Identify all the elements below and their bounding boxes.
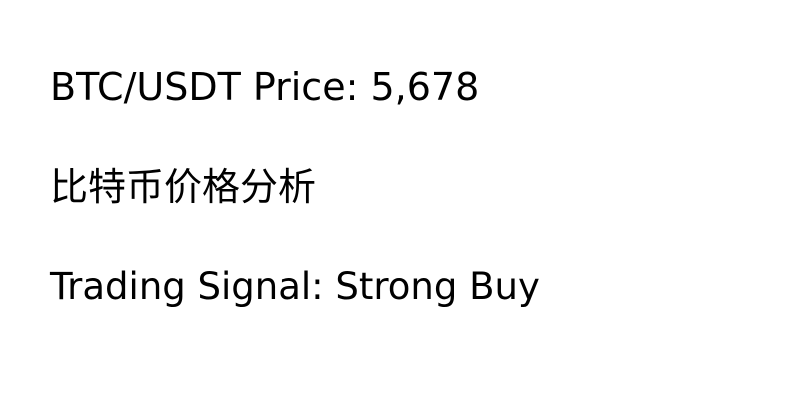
trading-signal-text: Trading Signal: Strong Buy xyxy=(50,265,540,308)
analysis-title: 比特币价格分析 xyxy=(50,165,317,209)
price-text: BTC/USDT Price: 5,678 xyxy=(50,65,480,109)
